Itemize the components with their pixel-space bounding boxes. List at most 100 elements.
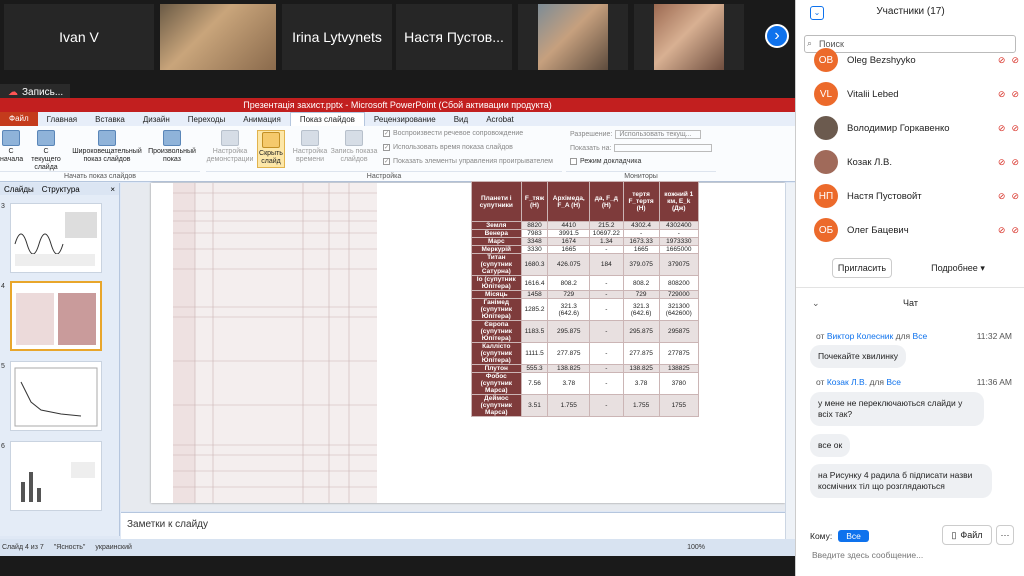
file-button[interactable]: ▯ Файл — [942, 525, 992, 545]
close-icon[interactable]: × — [110, 185, 115, 194]
slide-thumbnail[interactable] — [10, 203, 102, 273]
slide-scrollbar[interactable] — [785, 183, 795, 539]
table-header-cell: тертя F_тертя (Н) — [622, 181, 660, 222]
narration-checkbox[interactable]: ✓ Воспроизвести речевое сопровождение — [383, 130, 523, 137]
recipient-selector: Кому: Все — [810, 530, 869, 542]
table-cell: - — [589, 298, 624, 321]
custom-show-button[interactable]: Произвольный показ — [146, 130, 198, 164]
from-start-button[interactable]: С начала — [0, 130, 23, 164]
video-tile-camera[interactable] — [518, 4, 628, 70]
table-cell: 277.875 — [622, 342, 660, 365]
slide-thumbnail[interactable] — [10, 441, 102, 511]
participant-row[interactable]: OB Oleg Bezshyyko ⊘ ⊘ — [814, 46, 1019, 74]
table-cell: Європа (супутник Юпітера) — [471, 320, 522, 343]
table-header-cell: F_тяж (Н) — [520, 181, 549, 222]
planets-table: Планети і супутники F_тяж (Н) Архімеда, F_… — [471, 181, 700, 417]
tab-outline[interactable]: Структура — [42, 185, 80, 194]
timer-icon — [301, 130, 319, 146]
table-cell: - — [589, 290, 624, 299]
invite-button[interactable]: Пригласить — [832, 258, 892, 278]
participant-row[interactable]: Козак Л.В. ⊘ ⊘ — [814, 148, 1019, 176]
media-controls-checkbox[interactable]: ✓ Показать элементы управления проигрыват… — [383, 158, 553, 165]
slide-thumbnail-selected[interactable] — [10, 281, 102, 351]
tab-transitions[interactable]: Переходы — [179, 115, 235, 124]
table-row: Венера 7983 3991.5 10697.22- - — [471, 229, 700, 238]
table-cell: 138.825 — [622, 364, 660, 373]
language[interactable]: украинский — [95, 544, 132, 551]
tab-acrobat[interactable]: Acrobat — [477, 115, 523, 124]
table-row: Іо (супутник Юпітера) 1616.4 808.2-808.2 80… — [471, 275, 700, 291]
resolution-select[interactable]: Разрешение: Использовать текущ... — [570, 130, 702, 139]
more-options-button[interactable]: ··· — [996, 525, 1014, 545]
video-tile[interactable]: Настя Пустов... — [396, 4, 512, 70]
powerpoint-window: Презентація захист.pptx - Microsoft Powe… — [0, 98, 795, 556]
chat-input[interactable]: Введите здесь сообщение... — [812, 550, 923, 560]
table-cell: - — [622, 229, 660, 238]
participant-row[interactable]: ОБ Олег Бацевич ⊘ ⊘ — [814, 216, 1019, 244]
tab-view[interactable]: Вид — [445, 115, 477, 124]
recipient-dropdown[interactable]: Все — [838, 530, 869, 542]
record-show-button[interactable]: Запись показа слайдов — [330, 130, 378, 164]
tab-slideshow[interactable]: Показ слайдов — [289, 112, 365, 126]
tab-home[interactable]: Главная — [38, 115, 86, 124]
sender[interactable]: Козак Л.В. — [827, 377, 867, 387]
current-slide[interactable]: Планети і супутники F_тяж (Н) Архімеда, F_… — [151, 181, 785, 503]
video-tile[interactable]: Irina Lytvynets — [282, 4, 392, 70]
status-bar: Слайд 4 из 7 "Ясность" украинский 100% — [0, 539, 795, 556]
next-videos-button[interactable]: › — [765, 24, 789, 48]
video-tile-camera[interactable] — [160, 4, 276, 70]
tab-design[interactable]: Дизайн — [134, 115, 179, 124]
show-on-select[interactable]: Показать на: — [570, 144, 713, 152]
avatar: VL — [814, 82, 838, 106]
table-cell: 426.075 — [547, 253, 591, 276]
table-row: Каллісто (супутник Юпітера) 1111.5 277.875… — [471, 342, 700, 365]
zoom-level[interactable]: 100% — [687, 544, 705, 551]
table-cell: 3330 — [520, 245, 549, 254]
table-cell: 729000 — [658, 290, 700, 299]
slide-thumbnail[interactable] — [10, 361, 102, 431]
timings-checkbox[interactable]: ✓ Использовать время показа слайдов — [383, 144, 513, 151]
muted-mic-icon: ⊘ — [997, 54, 1006, 65]
message-meta: от Козак Л.В. для Все 11:36 AM — [816, 377, 1012, 387]
participant-row[interactable]: Володимир Горкавенко ⊘ ⊘ — [814, 114, 1019, 142]
table-cell: 184 — [589, 253, 624, 276]
participant-name: Vitalii Lebed — [847, 88, 899, 100]
participant-row[interactable]: VL Vitalii Lebed ⊘ ⊘ — [814, 80, 1019, 108]
table-row: Місяць 1458 729-729 729000 — [471, 290, 700, 299]
tab-review[interactable]: Рецензирование — [365, 115, 445, 124]
table-cell: 1680.3 — [520, 253, 549, 276]
broadcast-button[interactable]: Широковещательный показ слайдов — [68, 130, 146, 164]
table-cell: 1616.4 — [520, 275, 549, 291]
tab-insert[interactable]: Вставка — [86, 115, 134, 124]
participants-title: Участники (17) — [876, 6, 945, 17]
table-row: Меркурій 3330 1665-1665 1665000 — [471, 245, 700, 254]
tab-file[interactable]: Файл — [0, 112, 38, 126]
muted-mic-icon: ⊘ — [997, 224, 1006, 235]
avatar — [814, 116, 838, 140]
table-cell: 1665 — [622, 245, 660, 254]
table-cell: 295.875 — [622, 320, 660, 343]
table-cell: 808.2 — [622, 275, 660, 291]
setup-show-button[interactable]: Настройка демонстрации — [206, 130, 254, 164]
avatar: ОБ — [814, 218, 838, 242]
video-tile-camera[interactable] — [634, 4, 744, 70]
sender[interactable]: Виктор Колесник — [827, 331, 893, 341]
rehearse-timings-button[interactable]: Настройка времени — [290, 130, 330, 164]
table-row: Фобос (супутник Марса) 7.56 3.78-3.78 3780 — [471, 372, 700, 395]
avatar: OB — [814, 48, 838, 72]
group-label: Мониторы — [566, 171, 716, 180]
chat-message: на Рисунку 4 радила б підписати назви ко… — [810, 464, 992, 498]
more-button[interactable]: Подробнее ▾ — [924, 258, 992, 278]
table-cell: 1673.33 — [622, 237, 660, 246]
presenter-view-checkbox[interactable]: Режим докладчика — [570, 158, 641, 165]
tab-animation[interactable]: Анимация — [234, 115, 290, 124]
hide-slide-button[interactable]: Скрыть слайд — [257, 130, 285, 168]
participant-row[interactable]: НП Настя Пустовойт ⊘ ⊘ — [814, 182, 1019, 210]
notes-field[interactable]: Заметки к слайду — [121, 512, 785, 540]
from-current-button[interactable]: С текущего слайда — [28, 130, 64, 172]
tab-slides[interactable]: Слайды — [4, 185, 34, 194]
table-cell: 555.3 — [520, 364, 549, 373]
table-cell: Земля — [471, 221, 522, 230]
video-off-icon: ⊘ — [1011, 190, 1019, 201]
video-tile[interactable]: Ivan V — [4, 4, 154, 70]
